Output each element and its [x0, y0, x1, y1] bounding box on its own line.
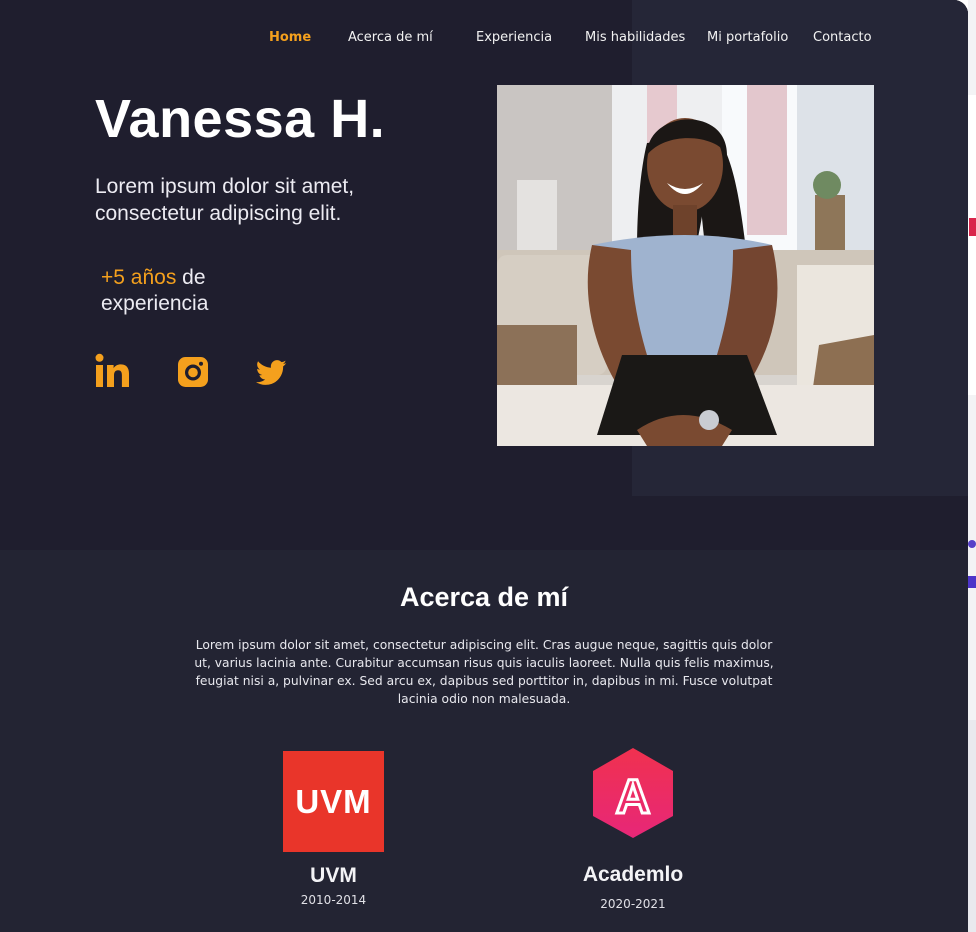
hero-experience: +5 años de experiencia [101, 265, 301, 317]
nav-portafolio[interactable]: Mi portafolio [707, 30, 788, 45]
education-item-academlo: A Academlo 2020-2021 [563, 746, 703, 911]
hero-name: Vanessa H. [95, 89, 386, 149]
nav-contacto[interactable]: Contacto [813, 30, 872, 45]
instagram-icon [178, 357, 208, 387]
twitter-icon [256, 360, 287, 385]
experience-years: +5 años [101, 266, 177, 289]
profile-photo [497, 85, 874, 446]
uvm-logo-text: UVM [295, 782, 372, 820]
education-years: 2020-2021 [600, 897, 666, 911]
linkedin-link[interactable] [95, 353, 131, 389]
profile-photo-illustration [497, 85, 874, 446]
academlo-logo-text: A [616, 771, 651, 824]
about-text: Lorem ipsum dolor sit amet, consectetur … [194, 638, 774, 706]
instagram-link[interactable] [178, 357, 208, 387]
hero-section: Home Acerca de mí Experiencia Mis habili… [0, 0, 968, 550]
nav-habilidades[interactable]: Mis habilidades [585, 30, 685, 45]
linkedin-icon [95, 353, 129, 387]
hero-tagline: Lorem ipsum dolor sit amet, consectetur … [95, 175, 355, 225]
education-item-uvm: UVM UVM 2010-2014 [283, 751, 384, 907]
about-title: Acerca de mí [399, 582, 569, 612]
uvm-logo: UVM [283, 751, 384, 852]
nav-home[interactable]: Home [269, 30, 311, 45]
education-years: 2010-2014 [300, 893, 367, 907]
academlo-logo: A [563, 746, 703, 840]
browser-window: Home Acerca de mí Experiencia Mis habili… [0, 0, 968, 932]
education-name: Academlo [582, 863, 684, 886]
twitter-link[interactable] [256, 360, 287, 386]
main-nav: Home Acerca de mí Experiencia Mis habili… [0, 30, 968, 48]
education-name: UVM [310, 864, 357, 887]
nav-acerca[interactable]: Acerca de mí [348, 30, 433, 45]
background-window-edge [968, 0, 976, 932]
academlo-logo-mark: A [593, 748, 673, 838]
nav-experiencia[interactable]: Experiencia [476, 30, 552, 45]
